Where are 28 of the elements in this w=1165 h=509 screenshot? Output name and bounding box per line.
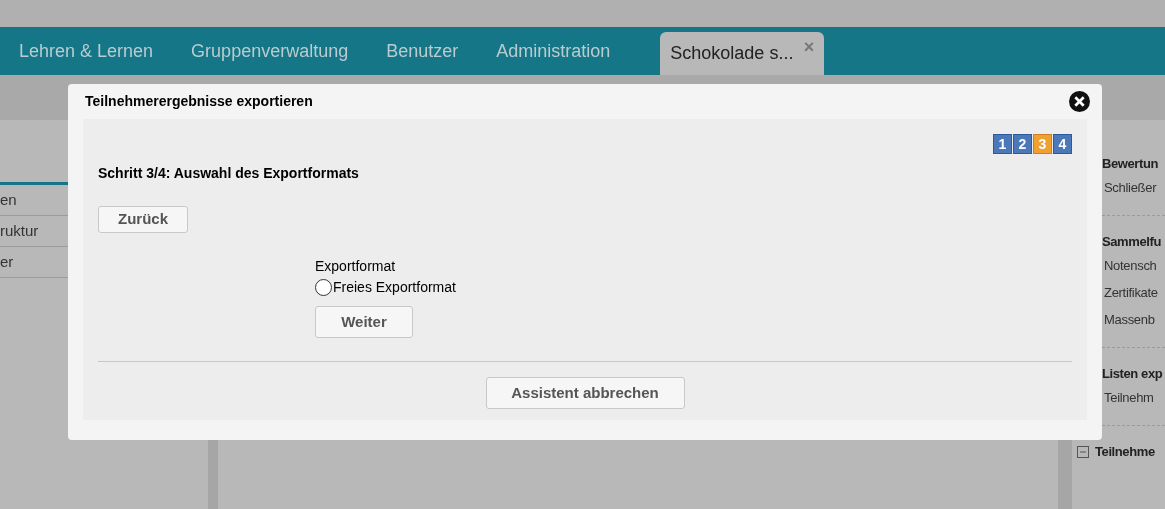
panel-link[interactable]: Zertifikate bbox=[1104, 282, 1158, 303]
close-icon[interactable] bbox=[1069, 91, 1090, 112]
step-indicator: 2 bbox=[1013, 134, 1032, 154]
sidebar-item[interactable]: en bbox=[0, 188, 17, 212]
field-label: Exportformat bbox=[315, 257, 396, 276]
step-indicator: 3 bbox=[1033, 134, 1052, 154]
tab-label: Schokolade s... bbox=[670, 42, 794, 65]
sidebar-item[interactable]: ruktur bbox=[0, 219, 39, 243]
dialog-title: Teilnehmerergebnisse exportieren bbox=[84, 92, 313, 111]
radio-label: Freies Exportformat bbox=[333, 278, 456, 297]
panel-link[interactable]: Notensch bbox=[1104, 255, 1157, 276]
cancel-button[interactable]: Assistent abbrechen bbox=[485, 377, 685, 409]
panel-link[interactable]: Teilnehm bbox=[1104, 387, 1154, 408]
collapse-icon[interactable] bbox=[1077, 446, 1089, 458]
section-title: Listen exp bbox=[1101, 365, 1163, 384]
section-title: Bewertun bbox=[1101, 155, 1159, 174]
step-heading: Schritt 3/4: Auswahl des Exportformats bbox=[98, 164, 360, 183]
section-title: Sammelfu bbox=[1101, 233, 1161, 252]
step-indicator: 4 bbox=[1053, 134, 1072, 154]
sidebar-item[interactable]: er bbox=[0, 250, 14, 274]
next-button[interactable]: Weiter bbox=[315, 306, 413, 338]
nav-tab[interactable]: Schokolade s... × bbox=[660, 32, 825, 75]
back-button[interactable]: Zurück bbox=[98, 206, 188, 233]
radio-button[interactable] bbox=[315, 279, 332, 296]
section-title: Teilnehme bbox=[1095, 443, 1155, 462]
step-indicator: 1 bbox=[993, 134, 1012, 154]
panel-link[interactable]: Massenb bbox=[1104, 309, 1155, 330]
panel-link[interactable]: Schließer bbox=[1104, 177, 1157, 198]
